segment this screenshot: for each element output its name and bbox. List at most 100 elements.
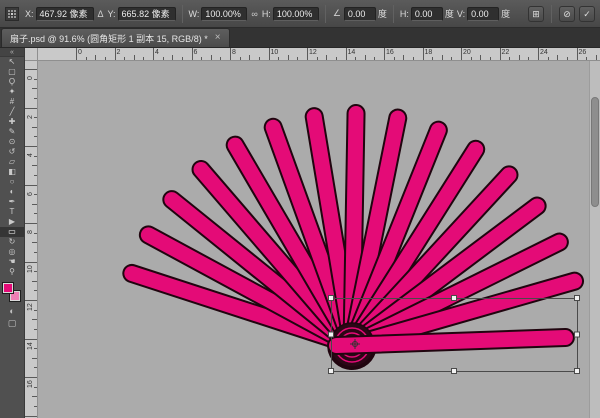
document-tab[interactable]: 扇子.psd @ 91.6% (圆角矩形 1 副本 15, RGB/8) * ×	[1, 28, 230, 47]
ruler-tick	[480, 55, 481, 60]
ruler-label: 8	[27, 230, 34, 234]
ruler-tick	[577, 48, 578, 60]
3d-orbit-tool[interactable]: ◎	[0, 247, 24, 257]
transform-handle-nw[interactable]	[329, 296, 334, 301]
ruler-tick	[32, 358, 37, 359]
ruler-origin-corner[interactable]	[25, 48, 38, 61]
shape-tool[interactable]: ▭	[0, 227, 24, 237]
ruler-tick	[34, 117, 37, 118]
x-label: X:	[25, 9, 34, 19]
type-tool[interactable]: T	[0, 207, 24, 217]
ruler-tick	[34, 348, 37, 349]
vertical-ruler[interactable]: 024681012141618	[25, 61, 38, 418]
ruler-tick	[34, 310, 37, 311]
pen-tool[interactable]: ✒	[0, 197, 24, 207]
ruler-tick	[32, 396, 37, 397]
history-brush-tool[interactable]: ↺	[0, 147, 24, 157]
ruler-tick	[278, 57, 279, 60]
eraser-tool[interactable]: ▱	[0, 157, 24, 167]
path-selection-tool[interactable]: ▶	[0, 217, 24, 227]
horizontal-ruler[interactable]: 02468101214161820222426	[38, 48, 600, 61]
ruler-tick	[34, 175, 37, 176]
ruler-tick	[394, 57, 395, 60]
ruler-tick	[76, 48, 77, 60]
ruler-tick	[25, 377, 37, 378]
relative-position-toggle[interactable]: Δ	[97, 9, 105, 19]
document-canvas[interactable]	[38, 61, 600, 418]
width-label: W:	[189, 9, 200, 19]
skew-v-field[interactable]: 0.00	[467, 7, 499, 21]
skew-h-field[interactable]: 0.00	[411, 7, 443, 21]
ruler-tick	[374, 57, 375, 60]
close-tab-icon[interactable]: ×	[215, 33, 221, 43]
ruler-tick	[25, 300, 37, 301]
warp-mode-toggle-button[interactable]: ⊞	[528, 6, 544, 22]
y-position-field[interactable]: 665.82 像素	[118, 7, 176, 21]
ruler-tick	[288, 55, 289, 60]
marquee-tool[interactable]: ▢	[0, 67, 24, 77]
transform-handle-w[interactable]	[329, 332, 334, 337]
transform-handle-e[interactable]	[575, 332, 580, 337]
quick-mask-button[interactable]: ◐	[0, 305, 24, 317]
vertical-scrollbar[interactable]	[589, 61, 600, 418]
ruler-tick	[153, 48, 154, 60]
ruler-tick	[297, 57, 298, 60]
ruler-label: 2	[27, 115, 34, 119]
color-swatches	[2, 282, 22, 303]
clone-stamp-tool[interactable]: ⊙	[0, 137, 24, 147]
ruler-label: 12	[27, 303, 34, 311]
blur-tool[interactable]: ○	[0, 177, 24, 187]
reference-point-locator[interactable]	[5, 7, 19, 21]
rotation-angle-icon: ∠	[332, 8, 342, 19]
zoom-tool[interactable]: ⚲	[0, 267, 24, 277]
lasso-tool[interactable]: Ϙ	[0, 77, 24, 87]
dodge-tool[interactable]: ◐	[0, 187, 24, 197]
crop-tool[interactable]: #	[0, 97, 24, 107]
gradient-tool[interactable]: ◧	[0, 167, 24, 177]
ruler-tick	[34, 136, 37, 137]
foreground-color-swatch[interactable]	[2, 282, 14, 294]
ruler-tick	[34, 156, 37, 157]
document-tab-bar: 扇子.psd @ 91.6% (圆角矩形 1 副本 15, RGB/8) * ×	[0, 28, 600, 48]
width-scale-field[interactable]: 100.00%	[201, 7, 247, 21]
ruler-label: 4	[155, 49, 159, 56]
commit-transform-button[interactable]: ✓	[579, 6, 595, 22]
ruler-tick	[25, 108, 37, 109]
brush-tool[interactable]: ✎	[0, 127, 24, 137]
eyedropper-tool[interactable]: ╱	[0, 107, 24, 117]
ruler-label: 16	[386, 49, 394, 56]
transform-handle-ne[interactable]	[575, 296, 580, 301]
scrollbar-thumb[interactable]	[591, 97, 599, 207]
canvas-area[interactable]	[38, 61, 600, 418]
screen-mode-button[interactable]: ▢	[0, 317, 24, 329]
ruler-tick	[25, 262, 37, 263]
link-dimensions-icon[interactable]: ∞	[250, 9, 258, 19]
height-scale-field[interactable]: 100.00%	[273, 7, 319, 21]
ruler-tick	[586, 57, 587, 60]
ruler-tick	[182, 57, 183, 60]
rotation-angle-field[interactable]: 0.00	[344, 7, 376, 21]
ruler-label: 6	[27, 192, 34, 196]
transform-handle-se[interactable]	[575, 369, 580, 374]
ruler-tick	[25, 185, 37, 186]
3d-rotate-tool[interactable]: ↻	[0, 237, 24, 247]
cancel-transform-button[interactable]: ⊘	[559, 6, 575, 22]
move-tool[interactable]: ↖	[0, 57, 24, 67]
healing-brush-tool[interactable]: ✚	[0, 117, 24, 127]
ruler-label: 22	[502, 49, 510, 56]
transform-handle-n[interactable]	[452, 296, 457, 301]
ruler-tick	[509, 57, 510, 60]
transform-handle-sw[interactable]	[329, 369, 334, 374]
transform-handle-s[interactable]	[452, 369, 457, 374]
ruler-tick	[192, 48, 193, 60]
ruler-tick	[538, 48, 539, 60]
ruler-label: 10	[27, 265, 34, 273]
toolbar-collapse-button[interactable]: «	[0, 48, 24, 57]
hand-tool[interactable]: ☚	[0, 257, 24, 267]
ruler-tick	[25, 339, 37, 340]
ruler-tick	[115, 48, 116, 60]
quick-selection-tool[interactable]: ✦	[0, 87, 24, 97]
ruler-tick	[32, 281, 37, 282]
ruler-tick	[86, 57, 87, 60]
x-position-field[interactable]: 467.92 像素	[36, 7, 94, 21]
